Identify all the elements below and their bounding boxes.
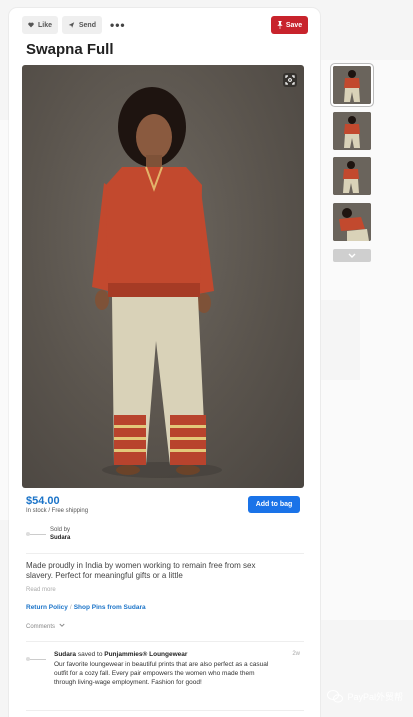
thumbnail-image	[333, 157, 371, 195]
like-button[interactable]: Like	[22, 16, 58, 34]
send-button[interactable]: Send	[62, 16, 102, 34]
thumbnail-image	[333, 66, 371, 104]
thumbnail-4[interactable]	[333, 203, 371, 241]
thumbnail-3[interactable]	[333, 157, 371, 195]
seller-name-link[interactable]: Sudara	[50, 535, 70, 541]
more-thumbnails-button[interactable]	[333, 249, 371, 262]
pin-toolbar: Like Send ••• Save	[22, 16, 308, 34]
activity-board-link[interactable]: Punjammies® Loungewear	[104, 651, 187, 658]
pin-closeup-card: Like Send ••• Save Swapna Full $54.00 In…	[9, 8, 320, 717]
activity-avatar-dot	[26, 657, 30, 661]
save-label: Save	[285, 21, 303, 29]
thumbnail-1[interactable]	[333, 66, 371, 104]
watermark-text: PayPal外贸帮	[347, 692, 403, 702]
activity-action: saved to	[77, 651, 103, 658]
wechat-icon	[327, 690, 344, 703]
thumbnail-image	[333, 203, 371, 241]
chevron-down-icon	[348, 253, 356, 258]
more-icon[interactable]: •••	[110, 18, 126, 32]
read-more-link[interactable]: Read more	[26, 587, 56, 593]
stock-status: In stock / Free shipping	[26, 508, 89, 514]
pin-title: Swapna Full	[26, 41, 114, 58]
add-to-bag-button[interactable]: Add to bag	[248, 496, 300, 513]
divider	[26, 553, 304, 554]
activity-body: Our favorite loungewear in beautiful pri…	[54, 661, 269, 686]
activity-header: Sudara saved to Punjammies® Loungewear	[54, 651, 187, 658]
send-icon	[68, 22, 75, 28]
like-label: Like	[37, 21, 52, 29]
seller-avatar-dot	[26, 532, 30, 536]
activity-timestamp: 2w	[292, 651, 300, 657]
sold-by-label: Sold by	[50, 527, 71, 533]
shop-pins-link[interactable]: Shop Pins from Sudara	[74, 604, 146, 611]
expand-icon	[285, 75, 295, 85]
pin-description: Made proudly in India by women working t…	[26, 561, 256, 580]
thumbnail-image	[333, 112, 371, 150]
pin-image[interactable]	[22, 65, 304, 488]
divider	[26, 710, 304, 711]
wechat-watermark: PayPal外贸帮	[327, 690, 403, 703]
thumbnail-2[interactable]	[333, 112, 371, 150]
expand-button[interactable]	[283, 73, 297, 87]
pin-links: Return Policy / Shop Pins from Sudara	[26, 604, 146, 611]
link-separator: /	[69, 604, 72, 611]
divider	[26, 641, 304, 642]
comments-label: Comments	[26, 624, 56, 630]
model-illustration	[92, 87, 222, 478]
save-button[interactable]: Save	[271, 16, 308, 34]
heart-icon	[28, 22, 34, 28]
chevron-down-icon	[59, 623, 65, 627]
activity-user-link[interactable]: Sudara	[54, 651, 76, 658]
return-policy-link[interactable]: Return Policy	[26, 604, 68, 611]
comments-toggle[interactable]: Comments	[26, 623, 65, 630]
product-price: $54.00	[26, 495, 60, 507]
pin-icon	[277, 21, 283, 29]
send-label: Send	[78, 21, 96, 29]
